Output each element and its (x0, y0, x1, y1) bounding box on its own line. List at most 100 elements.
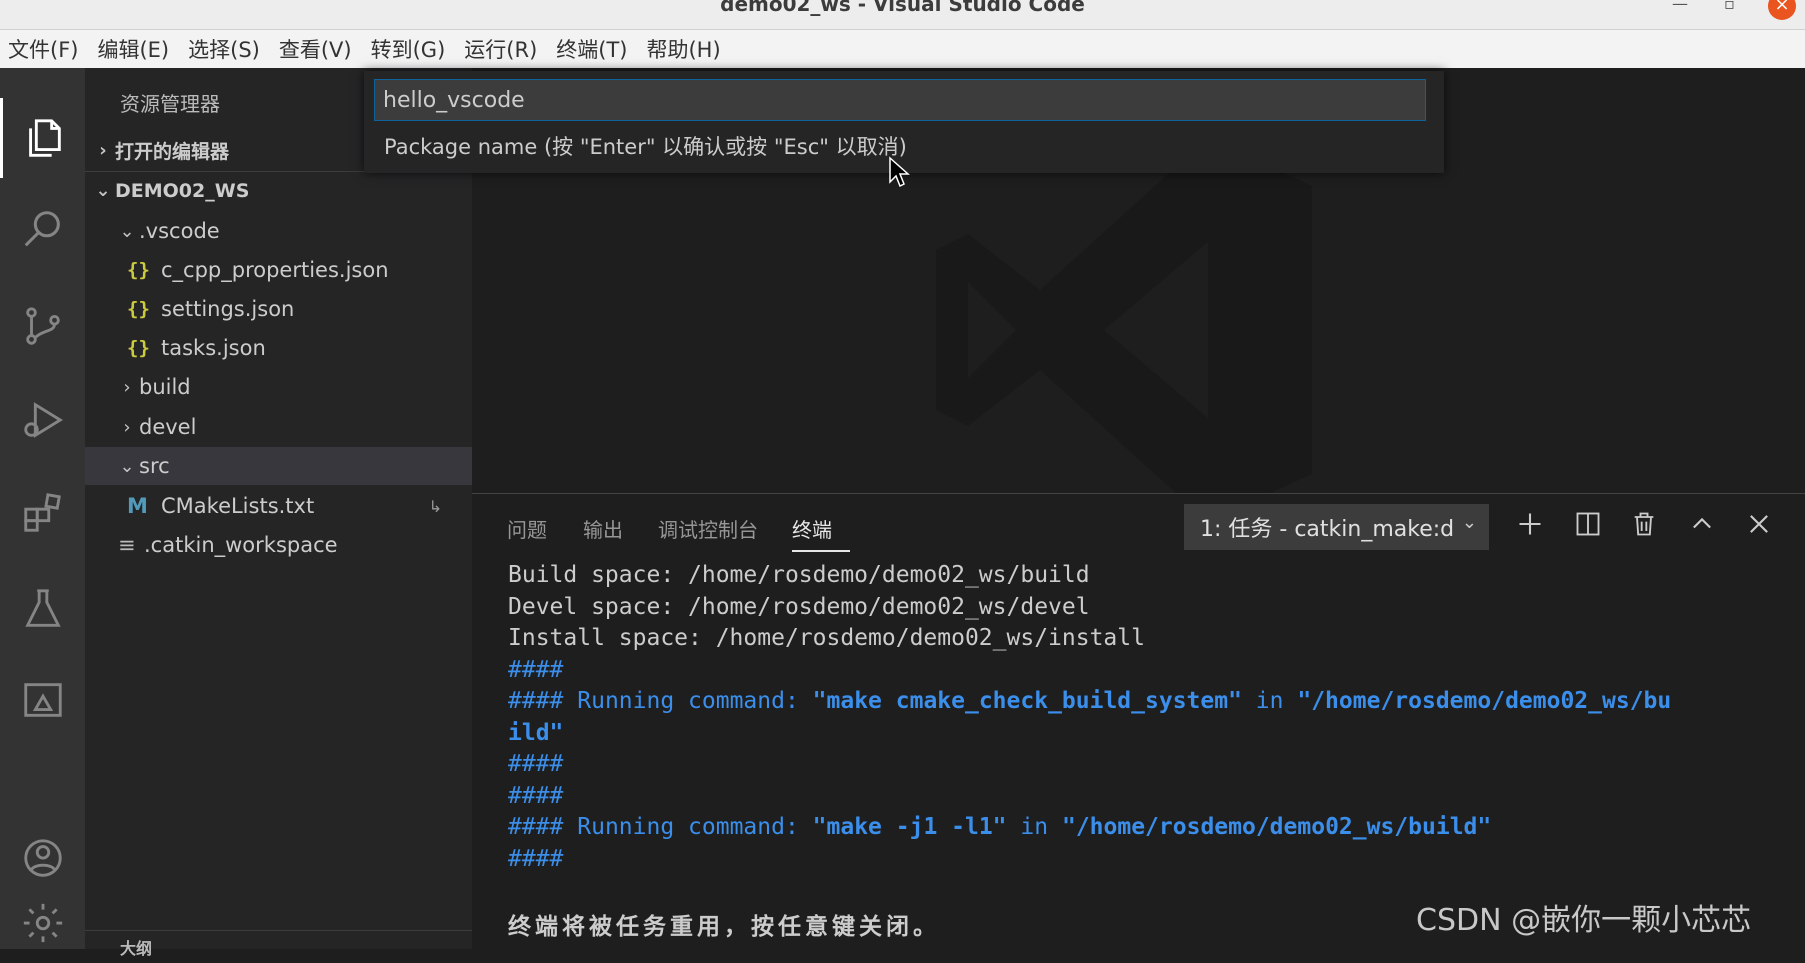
tab-terminal[interactable]: 终端 (792, 514, 832, 543)
tree-file-c-cpp-properties[interactable]: {} c_cpp_properties.json (85, 251, 472, 289)
close-window-button[interactable]: × (1768, 0, 1796, 20)
chevron-down-icon: ⌄ (119, 220, 135, 242)
add-terminal-icon[interactable] (1512, 506, 1548, 542)
run-debug-icon[interactable] (0, 380, 85, 460)
terminal-line: #### (508, 751, 564, 777)
hash-marker: #### (508, 814, 564, 840)
bottom-panel: 问题 输出 调试控制台 终端 1: 任务 - catkin_make:d ⌄ B… (472, 493, 1805, 949)
terminal-line: #### Running command: "make -j1 -l1" in … (508, 812, 1798, 844)
menu-go[interactable]: 转到(G) (371, 34, 446, 64)
in-word: in (1020, 814, 1049, 840)
tree-label: CMakeLists.txt (161, 494, 315, 518)
tree-folder-devel[interactable]: › devel (85, 408, 472, 446)
csdn-watermark: CSDN @嵌你一颗小芯芯 (1416, 903, 1752, 938)
tree-label: .vscode (139, 219, 220, 243)
tree-label: src (139, 454, 170, 478)
in-word: in (1255, 688, 1284, 714)
quick-input-message: Package name (按 "Enter" 以确认或按 "Esc" 以取消) (384, 135, 907, 159)
tree-label: c_cpp_properties.json (161, 258, 389, 282)
explorer-icon[interactable] (0, 98, 85, 178)
chevron-down-icon: ⌄ (1461, 512, 1477, 533)
chevron-down-icon: ⌄ (119, 455, 135, 477)
tree-file-tasks[interactable]: {} tasks.json (85, 329, 472, 367)
active-tab-indicator (792, 550, 850, 552)
chevron-right-icon: › (123, 416, 131, 438)
workspace-label: DEMO02_WS (115, 179, 250, 202)
tree-file-cmakelists[interactable]: M CMakeLists.txt ↳ (85, 487, 472, 525)
mouse-pointer-icon (889, 156, 910, 188)
link-icon: ↳ (428, 496, 442, 516)
text-file-icon: ≡ (118, 533, 136, 557)
remote-explorer-icon[interactable] (0, 660, 85, 740)
terminal-line: Devel space: /home/rosdemo/demo02_ws/dev… (508, 593, 1090, 620)
command-path: "/home/rosdemo/demo02_ws/bu (1297, 688, 1672, 714)
outline-label: 大纲 (120, 939, 153, 958)
terminal-line: #### (508, 656, 564, 683)
maximize-panel-icon[interactable] (1684, 506, 1720, 542)
tree-file-settings[interactable]: {} settings.json (85, 290, 472, 328)
terminal-line: Build space: /home/rosdemo/demo02_ws/bui… (508, 562, 1090, 588)
cmake-file-icon: M (127, 494, 148, 518)
trash-icon[interactable] (1626, 506, 1662, 542)
command-path: "/home/rosdemo/demo02_ws/build" (1061, 814, 1492, 840)
command-text: "make -j1 -l1" (812, 814, 1007, 840)
menu-file[interactable]: 文件(F) (8, 34, 78, 64)
terminal-line: #### (508, 782, 564, 809)
chevron-right-icon: › (123, 376, 131, 398)
maximize-button[interactable]: ▫ (1724, 0, 1735, 14)
tree-label: .catkin_workspace (144, 533, 338, 557)
menu-help[interactable]: 帮助(H) (646, 34, 720, 64)
hash-marker: #### (508, 688, 564, 714)
terminal-line: #### Running command: "make cmake_check_… (508, 686, 1798, 718)
tree-folder-build[interactable]: › build (85, 368, 472, 406)
tab-debug-console[interactable]: 调试控制台 (658, 514, 758, 543)
package-name-input[interactable] (374, 79, 1426, 121)
chevron-down-icon: ⌄ (95, 180, 111, 201)
tree-file-catkin-workspace[interactable]: ≡ .catkin_workspace (85, 526, 472, 564)
sidebar-title: 资源管理器 (120, 92, 220, 116)
terminal-output[interactable]: Build space: /home/rosdemo/demo02_ws/bui… (508, 560, 1798, 940)
menu-selection[interactable]: 选择(S) (188, 34, 260, 64)
json-file-icon: {} (127, 298, 150, 320)
search-icon[interactable] (0, 190, 85, 270)
chevron-right-icon: › (99, 139, 107, 161)
tree-label: settings.json (161, 297, 295, 321)
tree-folder-vscode[interactable]: ⌄ .vscode (85, 212, 472, 250)
extensions-icon[interactable] (0, 473, 85, 553)
terminal-select-value: 1: 任务 - catkin_make:d (1200, 517, 1455, 542)
minimize-button[interactable]: — (1672, 0, 1688, 14)
split-terminal-icon[interactable] (1570, 506, 1606, 542)
vscode-logo-watermark (936, 138, 1312, 493)
menu-view[interactable]: 查看(V) (279, 34, 352, 64)
running-command-label: Running command: (577, 688, 799, 714)
window-title: demo02_ws - Visual Studio Code (720, 0, 1085, 16)
menu-run[interactable]: 运行(R) (464, 34, 537, 64)
tree-label: build (139, 375, 191, 399)
outline-section[interactable]: 大纲 (85, 930, 472, 958)
terminal-line: Install space: /home/rosdemo/demo02_ws/i… (508, 625, 1145, 651)
tree-label: tasks.json (161, 336, 266, 360)
tab-output[interactable]: 输出 (583, 514, 623, 543)
testing-icon[interactable] (0, 568, 85, 648)
open-editors-label: 打开的编辑器 (115, 140, 230, 163)
menu-edit[interactable]: 编辑(E) (97, 34, 169, 64)
close-panel-icon[interactable] (1741, 506, 1777, 542)
source-control-icon[interactable] (0, 286, 85, 366)
command-text: "make cmake_check_build_system" (812, 688, 1242, 714)
terminal-line: ild" (508, 719, 564, 746)
menu-bar: 文件(F) 编辑(E) 选择(S) 查看(V) 转到(G) 运行(R) 终端(T… (0, 30, 1805, 68)
explorer-sidebar: 资源管理器 › 打开的编辑器 ⌄ DEMO02_WS ⌄ .vscode {} … (85, 68, 472, 958)
activity-bar (0, 68, 85, 949)
json-file-icon: {} (127, 259, 150, 281)
tab-problems[interactable]: 问题 (507, 514, 547, 543)
gear-icon[interactable] (0, 883, 85, 963)
tree-folder-src[interactable]: ⌄ src (85, 447, 472, 485)
running-command-label: Running command: (577, 814, 799, 840)
json-file-icon: {} (127, 337, 150, 359)
menu-terminal[interactable]: 终端(T) (556, 34, 627, 64)
terminal-line: #### (508, 845, 564, 872)
terminal-select-dropdown[interactable]: 1: 任务 - catkin_make:d ⌄ (1184, 504, 1489, 550)
tree-label: devel (139, 415, 197, 439)
workspace-section[interactable]: ⌄ DEMO02_WS (85, 171, 472, 209)
title-bar: demo02_ws - Visual Studio Code — ▫ × (0, 0, 1805, 30)
